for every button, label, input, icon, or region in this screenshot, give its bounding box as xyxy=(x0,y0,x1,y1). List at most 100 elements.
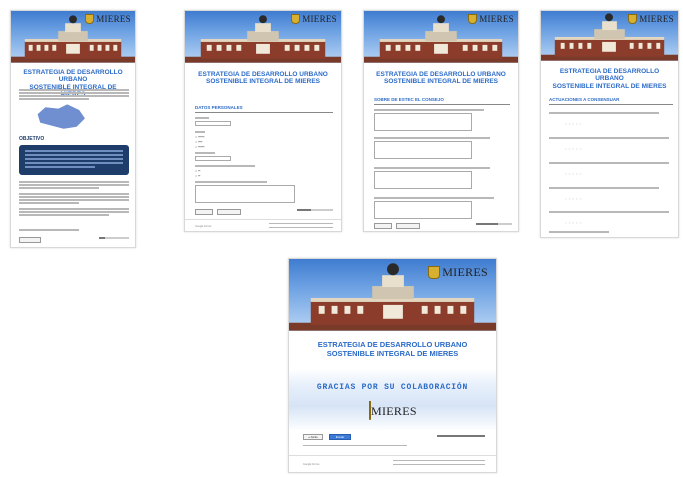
field-label xyxy=(195,152,215,154)
survey-title-line1: ESTRATEGIA DE DESARROLLO URBANO xyxy=(198,71,328,78)
name-field[interactable] xyxy=(195,121,231,126)
question-label xyxy=(549,187,659,189)
survey-page-2: MIERES ESTRATEGIA DE DESARROLLO URBANO S… xyxy=(184,10,342,232)
back-button[interactable] xyxy=(374,223,392,229)
next-button[interactable] xyxy=(217,209,241,215)
radio-option[interactable]: ○ ━ xyxy=(195,174,200,178)
text-line xyxy=(19,92,129,94)
answer-textarea[interactable] xyxy=(374,201,472,219)
question-label xyxy=(374,167,490,169)
mieres-logo-large: MIERES xyxy=(369,401,417,420)
text-line xyxy=(19,187,99,189)
section-divider xyxy=(374,104,510,105)
answer-textarea[interactable] xyxy=(374,113,472,131)
objective-box xyxy=(19,145,129,175)
rating-scale[interactable]: ○ ○ ○ ○ ○ xyxy=(565,122,582,126)
logo-text: MIERES xyxy=(479,14,514,24)
survey-page-4: MIERES ESTRATEGIA DE DESARROLLO URBANO S… xyxy=(540,10,679,238)
back-button[interactable]: « Atrás xyxy=(303,434,323,440)
survey-title: ESTRATEGIA DE DESARROLLO URBANO SOSTENIB… xyxy=(370,71,512,86)
survey-title: ESTRATEGIA DE DESARROLLO URBANO SOSTENIB… xyxy=(295,340,490,358)
map-image xyxy=(37,104,85,129)
back-button[interactable] xyxy=(195,209,213,215)
shield-icon xyxy=(85,14,95,24)
google-forms-brand: Google Forms xyxy=(195,225,212,228)
header-banner: MIERES xyxy=(541,11,678,61)
section-divider xyxy=(549,104,673,105)
shield-icon xyxy=(628,14,638,24)
field-label xyxy=(195,165,255,167)
field-label xyxy=(195,131,205,133)
survey-title-line2: SOSTENIBLE INTEGRAL DE MIERES xyxy=(552,82,667,90)
section-heading: ACTUACIONES A CONSENSUAR xyxy=(549,97,620,102)
text-line xyxy=(19,202,79,204)
section-heading: DATOS PERSONALES xyxy=(195,105,243,110)
question-label xyxy=(549,112,659,114)
mieres-logo: MIERES xyxy=(628,14,674,24)
rating-scale[interactable]: ○ ○ ○ ○ ○ xyxy=(565,221,582,225)
disclaimer-text xyxy=(303,445,407,446)
survey-page-3: MIERES ESTRATEGIA DE DESARROLLO URBANO S… xyxy=(363,10,519,232)
survey-title-line1: ESTRATEGIA DE DESARROLLO URBANO xyxy=(23,69,123,84)
survey-title: ESTRATEGIA DE DESARROLLO URBANO SOSTENIB… xyxy=(191,71,335,86)
field-label xyxy=(195,117,209,119)
text-line xyxy=(19,184,129,186)
text-line xyxy=(19,181,129,183)
logo-text: MIERES xyxy=(371,404,417,418)
question-label xyxy=(549,137,669,139)
logo-text: MIERES xyxy=(302,14,337,24)
radio-option[interactable]: ○ ━━━ xyxy=(195,135,204,139)
rating-scale[interactable]: ○ ○ ○ ○ ○ xyxy=(565,172,582,176)
section-heading: SOBRE DE ESTEC EL CONSEJO xyxy=(374,97,444,102)
text-line xyxy=(19,229,79,231)
question-label xyxy=(549,231,609,233)
text-line xyxy=(19,214,109,216)
question-label xyxy=(549,211,669,213)
radio-option[interactable]: ○ ━━ xyxy=(195,140,202,144)
survey-page-1: MIERES ESTRATEGIA DE DESARROLLO URBANO S… xyxy=(10,10,136,248)
field-label xyxy=(195,181,267,183)
header-banner: MIERES xyxy=(289,259,496,331)
survey-title-line2: SOSTENIBLE INTEGRAL DE MIERES xyxy=(326,348,459,358)
header-banner: MIERES xyxy=(11,11,135,63)
rating-scale[interactable]: ○ ○ ○ ○ ○ xyxy=(565,147,582,151)
footer-text xyxy=(393,460,485,461)
shield-icon xyxy=(428,266,441,279)
header-banner: MIERES xyxy=(364,11,518,63)
mieres-logo: MIERES xyxy=(428,265,488,280)
logo-text: MIERES xyxy=(96,14,131,24)
survey-title-line2: SOSTENIBLE INTEGRAL DE MIERES xyxy=(383,78,498,86)
residence-field[interactable] xyxy=(195,156,231,161)
footer-divider xyxy=(185,219,341,220)
thanks-message: GRACIAS POR SU COLABORACIÓN xyxy=(316,383,469,392)
answer-textarea[interactable] xyxy=(374,141,472,159)
text-line xyxy=(19,98,89,100)
progress-bar xyxy=(99,237,129,239)
mieres-logo: MIERES xyxy=(291,14,337,24)
text-line xyxy=(19,208,129,210)
rating-scale[interactable]: ○ ○ ○ ○ ○ xyxy=(565,197,582,201)
next-button[interactable] xyxy=(19,237,41,243)
question-label xyxy=(374,197,494,199)
survey-page-5: MIERES ESTRATEGIA DE DESARROLLO URBANO S… xyxy=(288,258,497,473)
progress-bar xyxy=(437,435,485,437)
next-button[interactable] xyxy=(396,223,420,229)
survey-title: ESTRATEGIA DE DESARROLLO URBANO SOSTENIB… xyxy=(547,68,672,90)
logo-text: MIERES xyxy=(442,265,488,279)
footer-text xyxy=(393,464,485,465)
send-button[interactable]: Enviar xyxy=(329,434,351,440)
text-line xyxy=(19,199,129,201)
text-line xyxy=(19,196,129,198)
radio-option[interactable]: ○ ━━━ xyxy=(195,145,204,149)
text-line xyxy=(19,89,129,91)
mieres-logo: MIERES xyxy=(468,14,514,24)
footer-text xyxy=(269,223,333,224)
radio-option[interactable]: ○ ━ xyxy=(195,169,200,173)
text-line xyxy=(19,211,129,213)
answer-textarea[interactable] xyxy=(374,171,472,189)
comment-textarea[interactable] xyxy=(195,185,295,203)
text-line xyxy=(19,95,129,97)
question-label xyxy=(549,162,669,164)
text-line xyxy=(19,193,129,195)
mieres-logo: MIERES xyxy=(85,14,131,24)
